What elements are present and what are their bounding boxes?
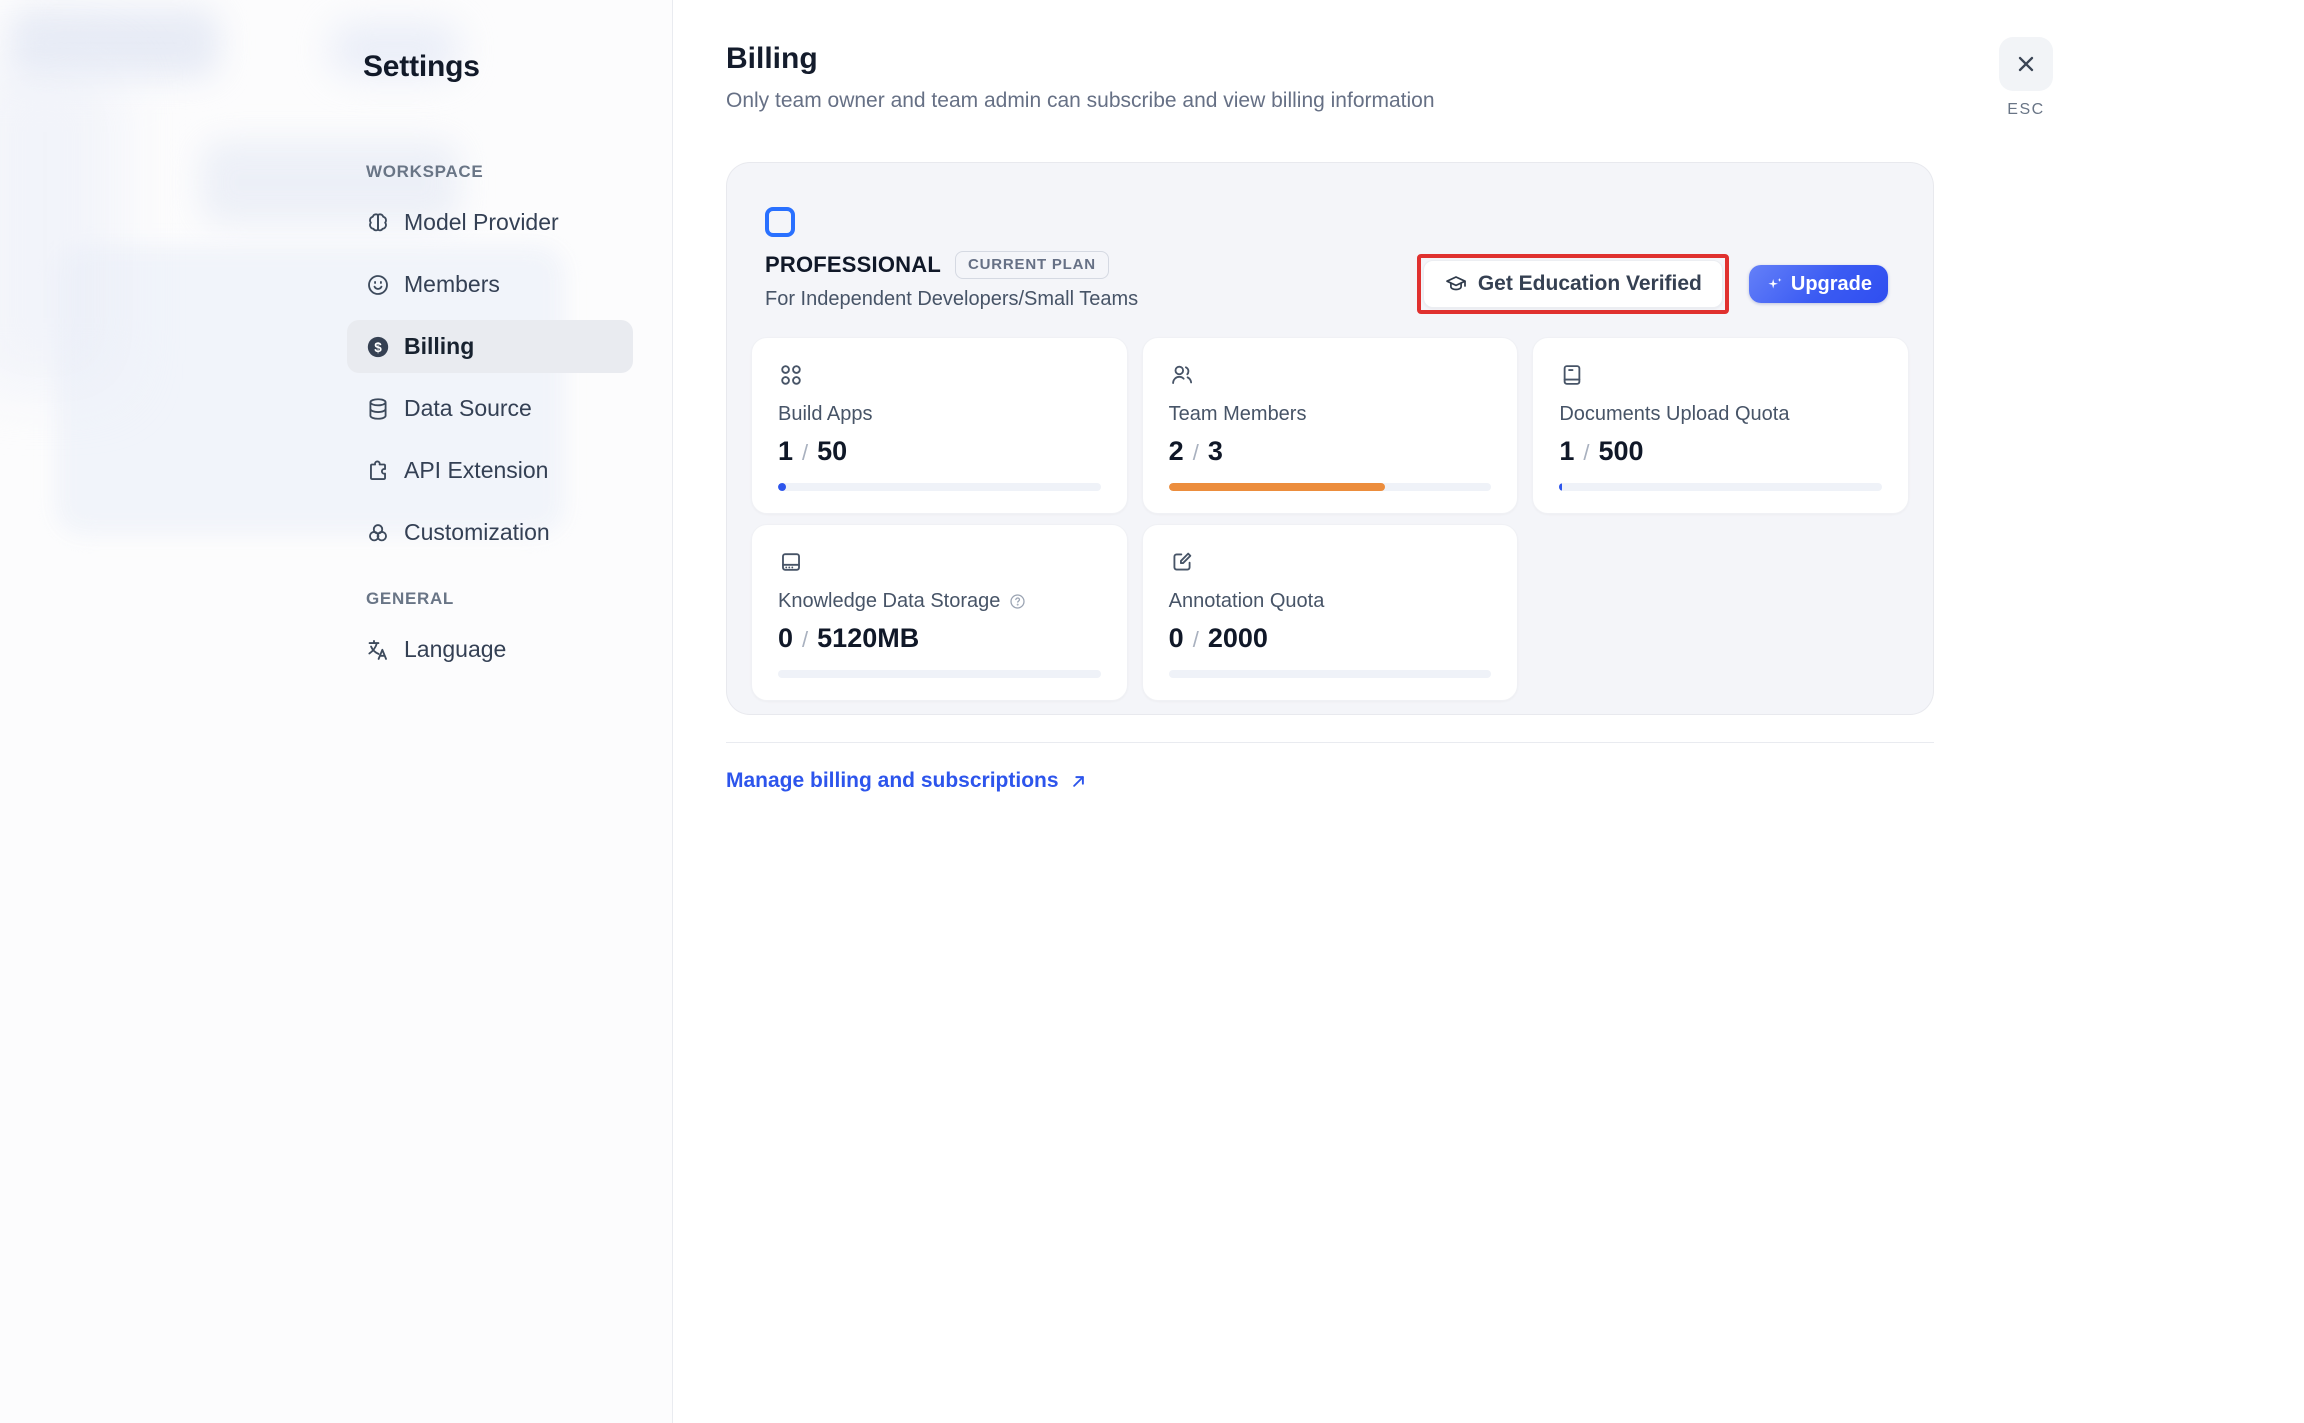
sidebar-item-label: Language xyxy=(404,636,506,663)
plan-name: PROFESSIONAL xyxy=(765,252,941,278)
svg-text:$: $ xyxy=(374,339,382,354)
sidebar-item-customization[interactable]: Customization xyxy=(347,506,633,559)
customization-icon xyxy=(365,520,391,546)
usage-value: 1/500 xyxy=(1559,436,1882,467)
annotation-highlight-box: Get Education Verified xyxy=(1417,254,1729,314)
sidebar-item-label: Data Source xyxy=(404,395,532,422)
annotation-icon xyxy=(1169,549,1492,575)
team-members-icon xyxy=(1169,362,1492,388)
external-link-icon xyxy=(1068,771,1089,792)
page-title: Billing xyxy=(726,42,2304,76)
usage-card-knowledge-storage: Knowledge Data Storage 0/5120MB xyxy=(751,524,1128,701)
current-plan-card: PROFESSIONAL CURRENT PLAN For Independen… xyxy=(726,162,1934,715)
sidebar-item-label: API Extension xyxy=(404,457,548,484)
sidebar-item-label: Customization xyxy=(404,519,550,546)
usage-grid: Build Apps 1/50 Team Members xyxy=(751,337,1909,701)
manage-billing-link[interactable]: Manage billing and subscriptions xyxy=(726,769,1089,793)
sidebar-item-billing[interactable]: $ Billing xyxy=(347,320,633,373)
section-divider xyxy=(726,742,1934,743)
usage-progress-bar xyxy=(1559,483,1882,491)
graduation-cap-icon xyxy=(1444,272,1468,296)
sidebar-item-model-provider[interactable]: Model Provider xyxy=(347,196,633,249)
sidebar-item-language[interactable]: Language xyxy=(347,623,633,676)
sidebar-item-api-extension[interactable]: API Extension xyxy=(347,444,633,497)
plan-icon xyxy=(765,207,795,237)
usage-progress-bar xyxy=(778,670,1101,678)
close-icon xyxy=(2013,51,2039,77)
sidebar-item-label: Model Provider xyxy=(404,209,559,236)
usage-value: 2/3 xyxy=(1169,436,1492,467)
data-source-icon xyxy=(365,396,391,422)
usage-value: 0/5120MB xyxy=(778,623,1101,654)
usage-card-annotation-quota: Annotation Quota 0/2000 xyxy=(1142,524,1519,701)
settings-title: Settings xyxy=(363,50,672,84)
close-button[interactable] xyxy=(1999,37,2053,91)
manage-billing-label: Manage billing and subscriptions xyxy=(726,769,1059,793)
current-plan-badge: CURRENT PLAN xyxy=(955,251,1109,279)
sidebar-item-label: Members xyxy=(404,271,500,298)
usage-label: Knowledge Data Storage xyxy=(778,589,1000,613)
settings-sidebar: Settings WORKSPACE Model Provider xyxy=(0,0,672,1423)
api-extension-icon xyxy=(365,458,391,484)
sidebar-item-members[interactable]: Members xyxy=(347,258,633,311)
workspace-section-label: WORKSPACE xyxy=(347,162,633,182)
usage-progress-bar xyxy=(1169,670,1492,678)
usage-card-build-apps: Build Apps 1/50 xyxy=(751,337,1128,514)
upgrade-button-label: Upgrade xyxy=(1791,273,1872,296)
usage-label: Build Apps xyxy=(778,402,873,426)
language-icon xyxy=(365,637,391,663)
billing-panel: Billing Only team owner and team admin c… xyxy=(672,0,2304,1423)
usage-card-team-members: Team Members 2/3 xyxy=(1142,337,1519,514)
usage-label: Annotation Quota xyxy=(1169,589,1325,613)
help-icon[interactable] xyxy=(1008,592,1027,611)
members-icon xyxy=(365,272,391,298)
usage-card-documents-quota: Documents Upload Quota 1/500 xyxy=(1532,337,1909,514)
esc-label: ESC xyxy=(1998,101,2054,119)
usage-progress-bar xyxy=(1169,483,1492,491)
model-provider-icon xyxy=(365,210,391,236)
general-section-label: GENERAL xyxy=(347,589,633,609)
upgrade-button[interactable]: Upgrade xyxy=(1749,265,1888,303)
usage-progress-bar xyxy=(778,483,1101,491)
usage-label: Team Members xyxy=(1169,402,1307,426)
page-subtitle: Only team owner and team admin can subsc… xyxy=(726,88,2304,114)
apps-grid-icon xyxy=(778,362,1101,388)
usage-label: Documents Upload Quota xyxy=(1559,402,1789,426)
usage-value: 0/2000 xyxy=(1169,623,1492,654)
education-button-label: Get Education Verified xyxy=(1478,272,1702,296)
sparkle-icon xyxy=(1765,275,1784,294)
billing-icon: $ xyxy=(365,334,391,360)
sidebar-item-data-source[interactable]: Data Source xyxy=(347,382,633,435)
document-upload-icon xyxy=(1559,362,1882,388)
sidebar-item-label: Billing xyxy=(404,333,474,360)
get-education-verified-button[interactable]: Get Education Verified xyxy=(1423,260,1723,308)
storage-icon xyxy=(778,549,1101,575)
usage-value: 1/50 xyxy=(778,436,1101,467)
